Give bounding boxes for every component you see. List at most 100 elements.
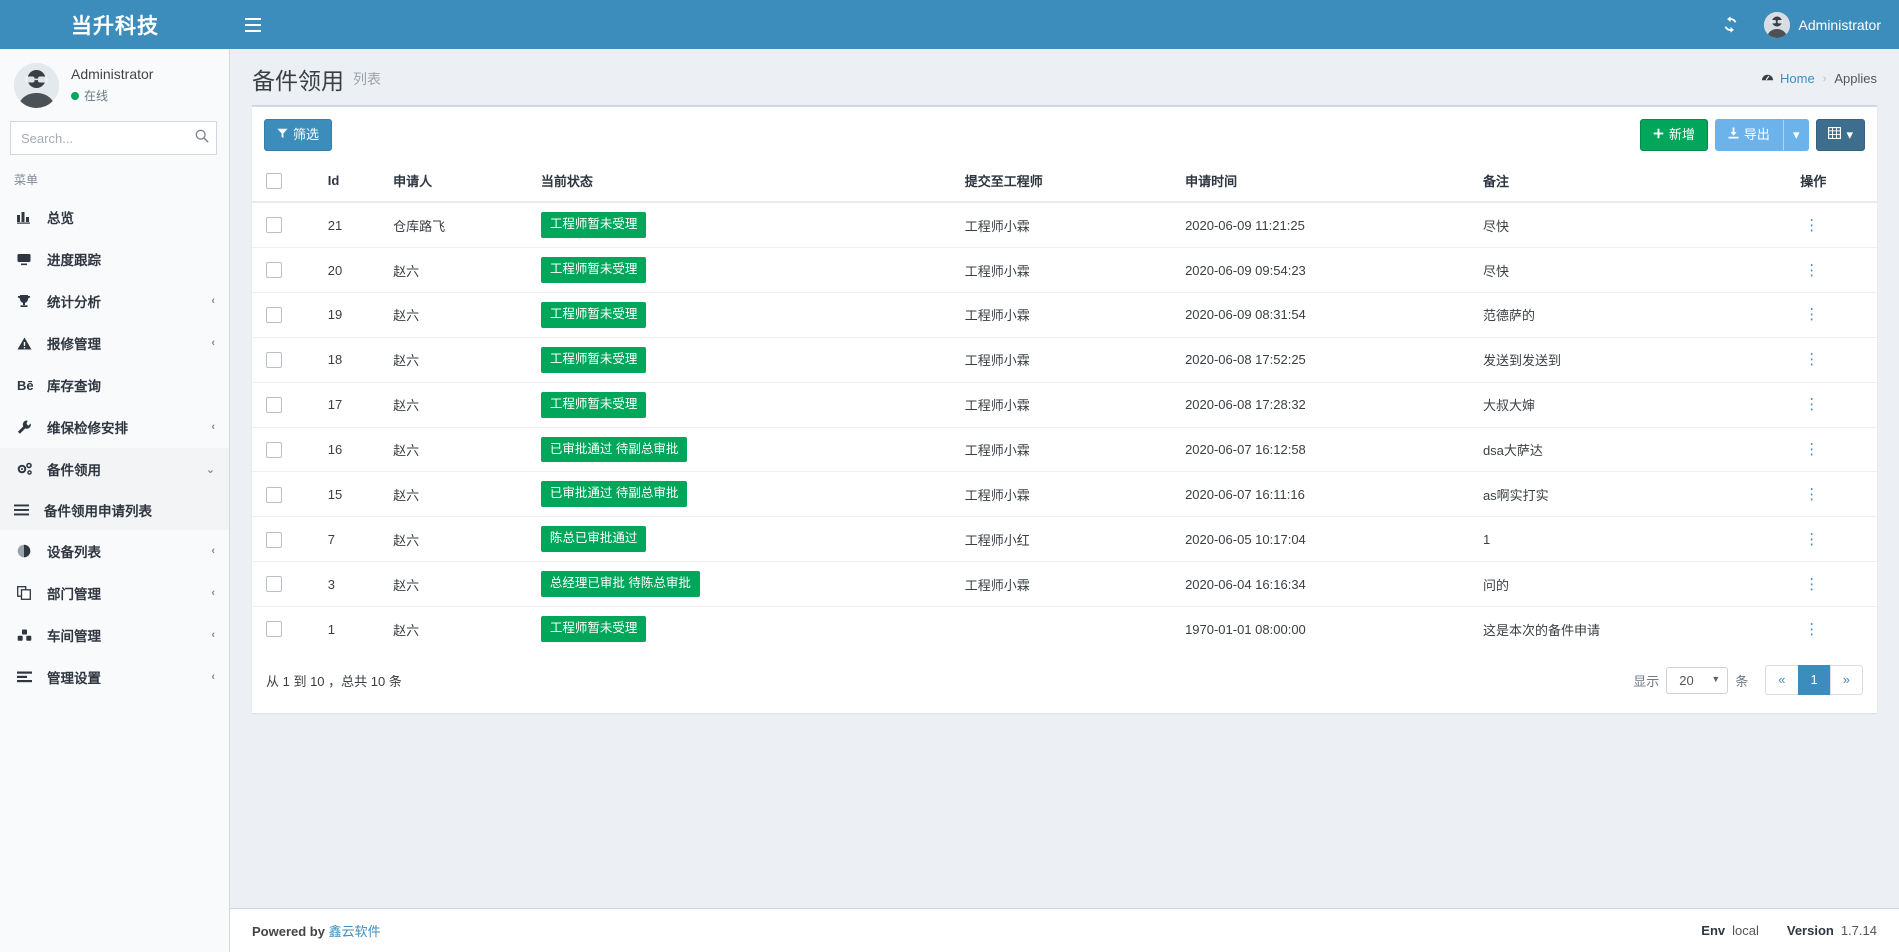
pager-prev-button[interactable]: « xyxy=(1765,665,1797,695)
cell-applicant: 赵六 xyxy=(385,337,533,382)
sidebar-item-label: 总览 xyxy=(47,207,215,227)
table-row[interactable]: 19 赵六 工程师暂未受理 工程师小霖 2020-06-09 08:31:54 … xyxy=(252,292,1877,337)
powered-by-link[interactable]: 鑫云软件 xyxy=(329,924,381,939)
cell-applicant: 赵六 xyxy=(385,517,533,562)
caret: ‹ xyxy=(211,629,215,641)
vertical-ellipsis-icon[interactable]: ⋮ xyxy=(1800,577,1823,592)
table-row[interactable]: 18 赵六 工程师暂未受理 工程师小霖 2020-06-08 17:52:25 … xyxy=(252,337,1877,382)
cell-id: 17 xyxy=(320,382,385,427)
online-status-dot-icon xyxy=(71,92,79,100)
avatar xyxy=(1764,12,1790,38)
sidebar-link-maintenance-schedule[interactable]: 维保检修安排 ‹ xyxy=(0,406,229,448)
table-body: 21 仓库路飞 工程师暂未受理 工程师小霖 2020-06-09 11:21:2… xyxy=(252,202,1877,651)
th-engineer[interactable]: 提交至工程师 xyxy=(957,161,1177,202)
behance-icon: Bē xyxy=(17,378,39,393)
row-checkbox[interactable] xyxy=(266,576,282,592)
page-size-select[interactable]: 10 20 50 100 xyxy=(1666,667,1728,694)
version-label: Version xyxy=(1787,923,1834,938)
table-footer: 从 1 到 10 ，总共 10 条 显示 10 20 50 100 ▼ 条 « … xyxy=(252,651,1877,713)
vertical-ellipsis-icon[interactable]: ⋮ xyxy=(1800,487,1823,502)
sidebar-item-admin-settings: 管理设置 ‹ xyxy=(0,656,229,698)
sidebar-link-device-list[interactable]: 设备列表 ‹ xyxy=(0,530,229,572)
column-settings-button[interactable]: ▾ xyxy=(1816,119,1865,151)
status-badge: 工程师暂未受理 xyxy=(541,392,647,418)
row-select-cell xyxy=(252,472,320,517)
sidebar-link-inventory-query[interactable]: Bē 库存查询 xyxy=(0,364,229,406)
sidebar-toggle-button[interactable] xyxy=(230,0,276,49)
refresh-button[interactable] xyxy=(1708,0,1754,49)
user-menu[interactable]: Administrator xyxy=(1754,0,1899,49)
vertical-ellipsis-icon[interactable]: ⋮ xyxy=(1800,532,1823,547)
brand-logo[interactable]: 当升科技 xyxy=(0,0,230,49)
sidebar-item-progress-tracking: 进度跟踪 xyxy=(0,238,229,280)
table-row[interactable]: 3 赵六 总经理已审批 待陈总审批 工程师小霖 2020-06-04 16:16… xyxy=(252,562,1877,607)
vertical-ellipsis-icon[interactable]: ⋮ xyxy=(1800,397,1823,412)
applies-table: Id 申请人 当前状态 提交至工程师 申请时间 备注 操作 21 仓库路飞 工程… xyxy=(252,161,1877,651)
table-head: Id 申请人 当前状态 提交至工程师 申请时间 备注 操作 xyxy=(252,161,1877,202)
sidebar-link-overview[interactable]: 总览 xyxy=(0,196,229,238)
sidebar-link-spare-parts[interactable]: 备件领用 ⌄ xyxy=(0,448,229,490)
row-checkbox[interactable] xyxy=(266,442,282,458)
th-id[interactable]: Id xyxy=(320,161,385,202)
add-new-button[interactable]: 新增 xyxy=(1640,119,1708,151)
export-dropdown-toggle[interactable]: ▾ xyxy=(1783,119,1810,151)
vertical-ellipsis-icon[interactable]: ⋮ xyxy=(1800,218,1823,233)
sidebar-item-label: 维保检修安排 xyxy=(47,417,211,437)
sidebar-submenu-spare-parts: 备件领用申请列表 xyxy=(0,490,229,530)
sidebar-link-workshop-management[interactable]: 车间管理 ‹ xyxy=(0,614,229,656)
row-checkbox[interactable] xyxy=(266,217,282,233)
cell-engineer: 工程师小霖 xyxy=(957,292,1177,337)
sidebar-link-department-management[interactable]: 部门管理 ‹ xyxy=(0,572,229,614)
row-checkbox[interactable] xyxy=(266,262,282,278)
version-value: 1.7.14 xyxy=(1841,923,1877,938)
pager-page-1[interactable]: 1 xyxy=(1798,665,1830,695)
row-select-cell xyxy=(252,517,320,562)
vertical-ellipsis-icon[interactable]: ⋮ xyxy=(1800,263,1823,278)
row-checkbox[interactable] xyxy=(266,621,282,637)
th-status[interactable]: 当前状态 xyxy=(533,161,957,202)
status-badge: 工程师暂未受理 xyxy=(541,347,647,373)
th-apply-time[interactable]: 申请时间 xyxy=(1177,161,1475,202)
cell-applicant: 赵六 xyxy=(385,248,533,293)
table-row[interactable]: 16 赵六 已审批通过 待副总审批 工程师小霖 2020-06-07 16:12… xyxy=(252,427,1877,472)
filter-button[interactable]: 筛选 xyxy=(264,119,332,151)
th-note[interactable]: 备注 xyxy=(1475,161,1792,202)
pager-next-button[interactable]: » xyxy=(1830,665,1863,695)
caret: ‹ xyxy=(211,587,215,599)
vertical-ellipsis-icon[interactable]: ⋮ xyxy=(1800,622,1823,637)
search-icon[interactable] xyxy=(195,129,209,146)
status-badge: 陈总已审批通过 xyxy=(541,526,647,552)
sidebar-link-progress-tracking[interactable]: 进度跟踪 xyxy=(0,238,229,280)
vertical-ellipsis-icon[interactable]: ⋮ xyxy=(1800,352,1823,367)
sidebar-link-repair-management[interactable]: 报修管理 ‹ xyxy=(0,322,229,364)
row-checkbox[interactable] xyxy=(266,532,282,548)
sidebar-link-spare-parts-list[interactable]: 备件领用申请列表 xyxy=(0,490,229,530)
table-row[interactable]: 21 仓库路飞 工程师暂未受理 工程师小霖 2020-06-09 11:21:2… xyxy=(252,202,1877,247)
select-all-checkbox[interactable] xyxy=(266,173,282,189)
export-button[interactable]: 导出 xyxy=(1715,119,1783,151)
cell-operations: ⋮ xyxy=(1792,337,1877,382)
cell-apply-time: 2020-06-09 09:54:23 xyxy=(1177,248,1475,293)
table-row[interactable]: 17 赵六 工程师暂未受理 工程师小霖 2020-06-08 17:28:32 … xyxy=(252,382,1877,427)
table-row[interactable]: 1 赵六 工程师暂未受理 1970-01-01 08:00:00 这是本次的备件… xyxy=(252,607,1877,651)
vertical-ellipsis-icon[interactable]: ⋮ xyxy=(1800,307,1823,322)
env-value: local xyxy=(1732,923,1759,938)
powered-by-prefix: Powered by xyxy=(252,924,329,939)
table-row[interactable]: 7 赵六 陈总已审批通过 工程师小红 2020-06-05 10:17:04 1… xyxy=(252,517,1877,562)
status-badge: 工程师暂未受理 xyxy=(541,212,647,238)
row-checkbox[interactable] xyxy=(266,487,282,503)
row-checkbox[interactable] xyxy=(266,307,282,323)
desktop-icon xyxy=(17,253,39,266)
status-badge: 工程师暂未受理 xyxy=(541,257,647,283)
vertical-ellipsis-icon[interactable]: ⋮ xyxy=(1800,442,1823,457)
search-input[interactable] xyxy=(10,121,217,155)
sidebar-link-admin-settings[interactable]: 管理设置 ‹ xyxy=(0,656,229,698)
row-checkbox[interactable] xyxy=(266,397,282,413)
table-row[interactable]: 15 赵六 已审批通过 待副总审批 工程师小霖 2020-06-07 16:11… xyxy=(252,472,1877,517)
row-checkbox[interactable] xyxy=(266,352,282,368)
table-row[interactable]: 20 赵六 工程师暂未受理 工程师小霖 2020-06-09 09:54:23 … xyxy=(252,248,1877,293)
th-applicant[interactable]: 申请人 xyxy=(385,161,533,202)
breadcrumb-home-link[interactable]: Home xyxy=(1780,71,1815,86)
sidebar-link-statistics[interactable]: 统计分析 ‹ xyxy=(0,280,229,322)
sidebar-menu: 总览 进度跟踪 统计分析 ‹ xyxy=(0,196,229,698)
